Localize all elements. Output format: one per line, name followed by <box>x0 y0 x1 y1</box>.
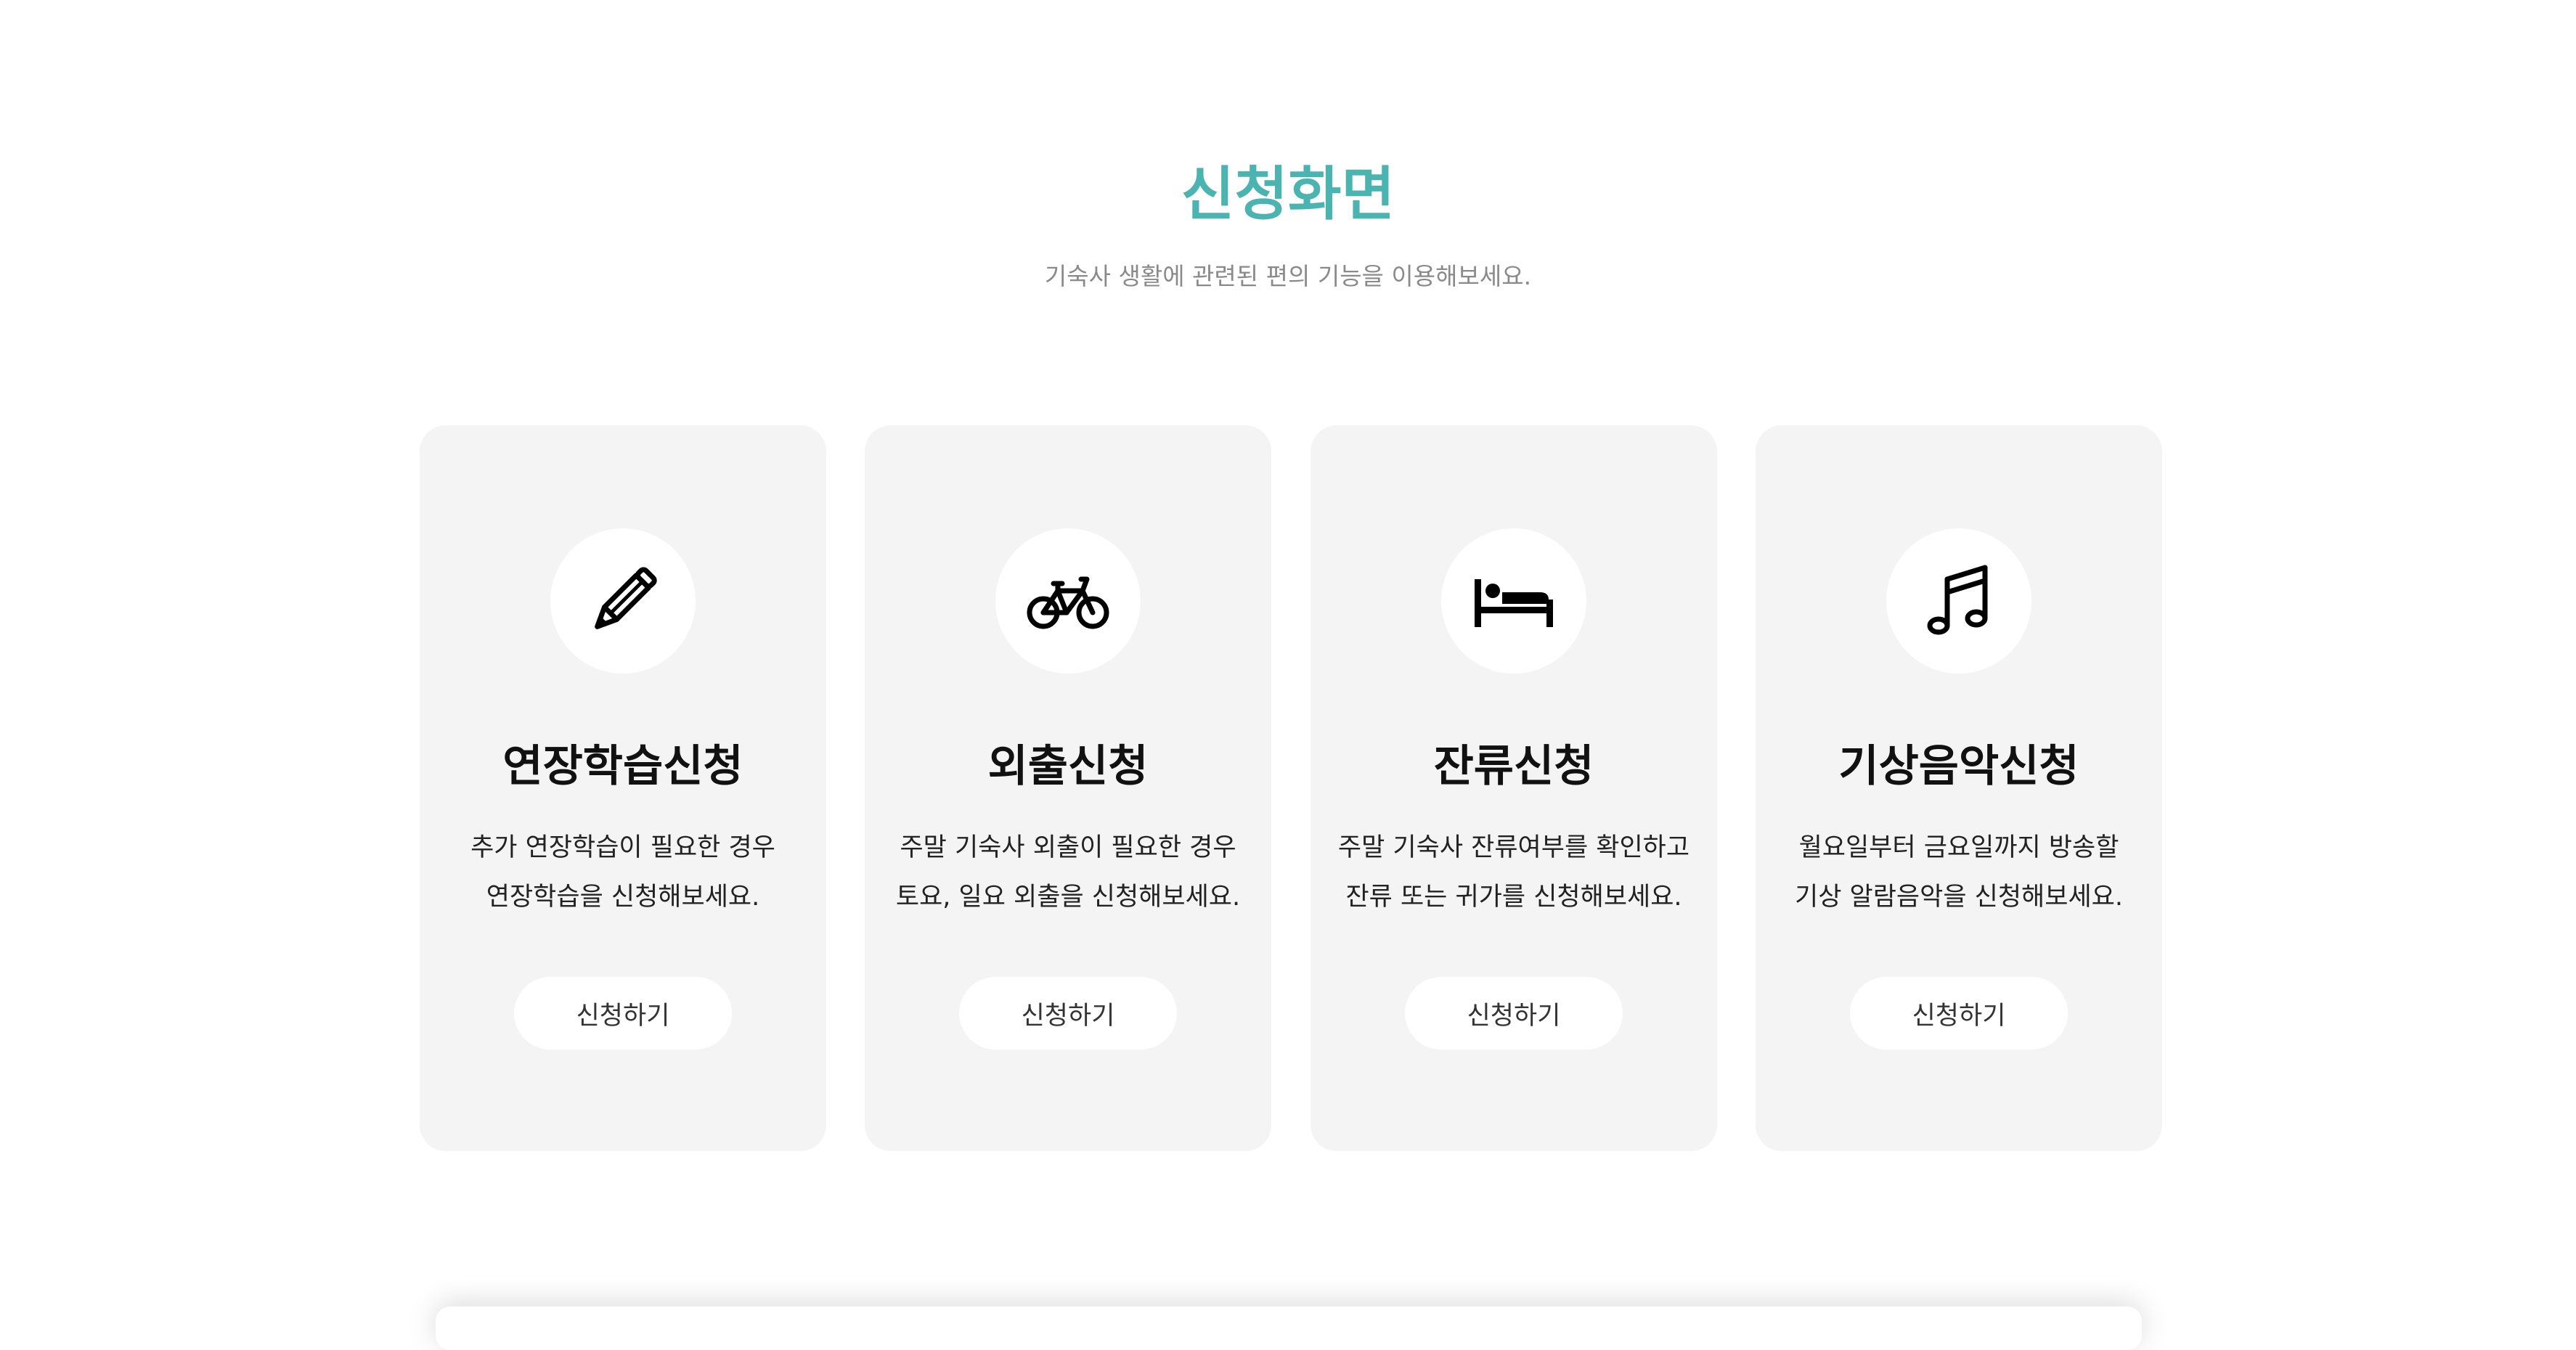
card-title: 외출신청 <box>987 741 1149 792</box>
card-description-line: 잔류 또는 귀가를 신청해보세요. <box>1345 883 1682 912</box>
card-title: 연장학습신청 <box>502 741 743 792</box>
card-extended-study: 연장학습신청 추가 연장학습이 필요한 경우 연장학습을 신청해보세요. 신청하… <box>420 425 826 1151</box>
service-card-list: 연장학습신청 추가 연장학습이 필요한 경우 연장학습을 신청해보세요. 신청하… <box>420 425 2162 1151</box>
card-description-line: 연장학습을 신청해보세요. <box>486 883 760 912</box>
page-title: 신청화면 <box>1181 160 1395 228</box>
page-subtitle: 기숙사 생활에 관련된 편의 기능을 이용해보세요. <box>1044 262 1532 290</box>
card-outing: 외출신청 주말 기숙사 외출이 필요한 경우 토요, 일요 외출을 신청해보세요… <box>865 425 1271 1151</box>
pencil-icon <box>550 528 696 674</box>
application-page: 신청화면 기숙사 생활에 관련된 편의 기능을 이용해보세요. 연장학습신청 추… <box>0 0 2576 1350</box>
card-description: 주말 기숙사 잔류여부를 확인하고 잔류 또는 귀가를 신청해보세요. <box>1325 823 1703 922</box>
bed-icon <box>1441 528 1586 674</box>
next-section-edge <box>436 1306 2142 1350</box>
card-description: 월요일부터 금요일까지 방송할 기상 알람음악을 신청해보세요. <box>1770 823 2148 922</box>
card-description: 추가 연장학습이 필요한 경우 연장학습을 신청해보세요. <box>434 823 812 922</box>
music-note-icon <box>1886 528 2031 674</box>
apply-button-stay[interactable]: 신청하기 <box>1405 977 1623 1050</box>
bicycle-icon <box>995 528 1141 674</box>
card-wakeup-music: 기상음악신청 월요일부터 금요일까지 방송할 기상 알람음악을 신청해보세요. … <box>1756 425 2162 1151</box>
card-title: 기상음악신청 <box>1838 741 2079 792</box>
card-description-line: 기상 알람음악을 신청해보세요. <box>1795 883 2123 912</box>
apply-button-wakeup-music[interactable]: 신청하기 <box>1850 977 2068 1050</box>
apply-button-outing[interactable]: 신청하기 <box>959 977 1177 1050</box>
card-description-line: 토요, 일요 외출을 신청해보세요. <box>895 883 1241 912</box>
card-stay: 잔류신청 주말 기숙사 잔류여부를 확인하고 잔류 또는 귀가를 신청해보세요.… <box>1311 425 1717 1151</box>
apply-button-extended-study[interactable]: 신청하기 <box>514 977 732 1050</box>
card-title: 잔류신청 <box>1433 741 1594 792</box>
card-description: 주말 기숙사 외출이 필요한 경우 토요, 일요 외출을 신청해보세요. <box>879 823 1257 922</box>
card-description-line: 추가 연장학습이 필요한 경우 <box>470 833 775 862</box>
card-description-line: 월요일부터 금요일까지 방송할 <box>1798 833 2119 862</box>
card-description-line: 주말 기숙사 외출이 필요한 경우 <box>900 833 1236 862</box>
card-description-line: 주말 기숙사 잔류여부를 확인하고 <box>1337 833 1690 862</box>
